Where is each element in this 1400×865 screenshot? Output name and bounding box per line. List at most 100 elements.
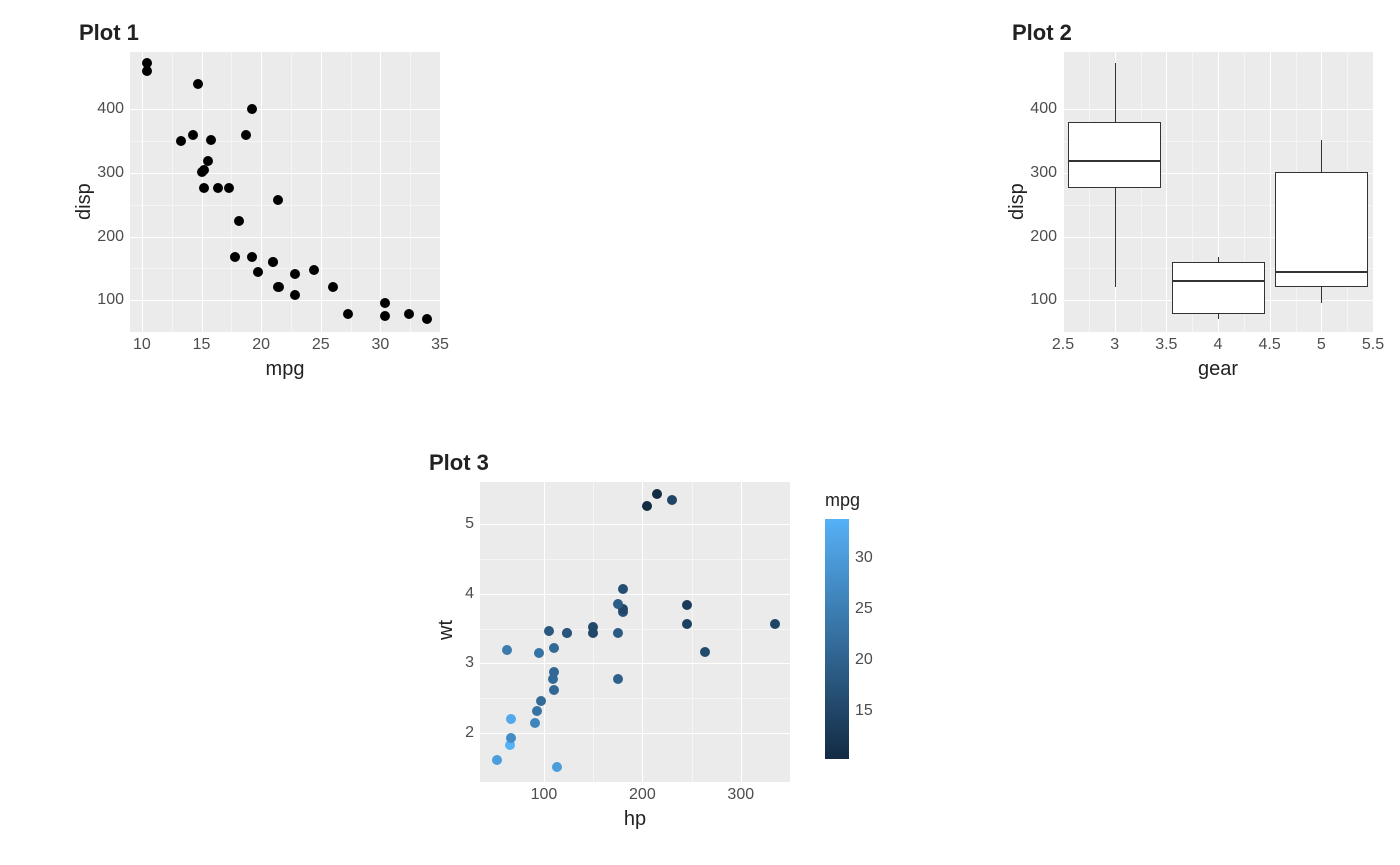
scatter-point — [700, 647, 710, 657]
scatter-point — [253, 267, 263, 277]
x-tick-label: 20 — [252, 336, 270, 354]
scatter-point — [290, 290, 300, 300]
scatter-point — [613, 674, 623, 684]
scatter-point — [544, 626, 554, 636]
scatter-point — [273, 282, 283, 292]
plot3-xlabel: hp — [480, 808, 790, 831]
scatter-point — [230, 252, 240, 262]
scatter-point — [506, 714, 516, 724]
x-tick-label: 4.5 — [1259, 336, 1281, 354]
scatter-point — [422, 314, 432, 324]
legend-tick-label: 30 — [855, 549, 873, 567]
plot1-title: Plot 1 — [79, 20, 455, 46]
scatter-point — [309, 265, 319, 275]
scatter-point — [536, 696, 546, 706]
plot1: Plot 1 disp 100 200 300 400 10 15 20 25 30 35 mp… — [75, 20, 455, 381]
scatter-point — [534, 648, 544, 658]
y-tick-label: 2 — [434, 724, 474, 742]
y-tick-label: 400 — [84, 100, 124, 118]
scatter-point — [176, 136, 186, 146]
scatter-point — [642, 501, 652, 511]
scatter-point — [193, 79, 203, 89]
y-tick-label: 100 — [1017, 291, 1057, 309]
x-tick-label: 3 — [1110, 336, 1119, 354]
scatter-point — [234, 216, 244, 226]
plot2-panel — [1063, 52, 1373, 332]
boxplot-box — [1068, 122, 1161, 188]
scatter-point — [588, 628, 598, 638]
y-tick-label: 400 — [1017, 100, 1057, 118]
y-tick-label: 5 — [434, 515, 474, 533]
x-tick-label: 300 — [727, 786, 754, 804]
x-tick-label: 100 — [531, 786, 558, 804]
legend-tick-label: 15 — [855, 702, 873, 720]
x-tick-label: 25 — [312, 336, 330, 354]
scatter-point — [380, 298, 390, 308]
x-tick-label: 5.5 — [1362, 336, 1384, 354]
plot2-ylabel: disp — [1006, 183, 1029, 220]
plot3-title: Plot 3 — [429, 450, 965, 476]
y-tick-label: 4 — [434, 585, 474, 603]
scatter-point — [213, 183, 223, 193]
plot2: Plot 2 disp 100 200 300 400 2.5 3 3.5 4 4.5 5 5.5… — [1008, 20, 1388, 381]
figure-canvas: Plot 1 disp 100200300400 101520253035 mp… — [0, 0, 1400, 865]
legend-tick-label: 20 — [855, 651, 873, 669]
plot1-ylabel: disp — [73, 183, 96, 220]
scatter-point — [618, 584, 628, 594]
scatter-point — [328, 282, 338, 292]
plot3-panel — [480, 482, 790, 782]
x-tick-label: 3.5 — [1155, 336, 1177, 354]
plot2-title: Plot 2 — [1012, 20, 1388, 46]
x-tick-label: 2.5 — [1052, 336, 1074, 354]
scatter-point — [241, 130, 251, 140]
scatter-point — [290, 269, 300, 279]
scatter-point — [682, 600, 692, 610]
y-tick-label: 200 — [84, 228, 124, 246]
x-tick-label: 10 — [133, 336, 151, 354]
scatter-point — [197, 167, 207, 177]
legend-tick-label: 25 — [855, 600, 873, 618]
scatter-point — [199, 183, 209, 193]
scatter-point — [273, 195, 283, 205]
scatter-point — [682, 619, 692, 629]
scatter-point — [188, 130, 198, 140]
plot3-legend: mpg 15202530 — [825, 490, 860, 759]
x-tick-label: 4 — [1214, 336, 1223, 354]
scatter-point — [343, 309, 353, 319]
boxplot-box — [1172, 262, 1265, 314]
scatter-point — [613, 628, 623, 638]
scatter-point — [549, 685, 559, 695]
scatter-point — [404, 309, 414, 319]
scatter-point — [502, 645, 512, 655]
y-tick-label: 300 — [1017, 164, 1057, 182]
scatter-point — [667, 495, 677, 505]
y-tick-label: 300 — [84, 164, 124, 182]
y-tick-label: 100 — [84, 291, 124, 309]
y-tick-label: 3 — [434, 654, 474, 672]
scatter-point — [770, 619, 780, 629]
scatter-point — [530, 718, 540, 728]
x-tick-label: 30 — [371, 336, 389, 354]
scatter-point — [224, 183, 234, 193]
scatter-point — [492, 755, 502, 765]
y-tick-label: 200 — [1017, 228, 1057, 246]
scatter-point — [247, 104, 257, 114]
plot3: Plot 3 wt 2345 100200300 hp mpg 15202530 — [425, 450, 965, 831]
x-tick-label: 200 — [629, 786, 656, 804]
plot3-ylabel: wt — [435, 620, 458, 640]
scatter-point — [206, 135, 216, 145]
scatter-point — [652, 489, 662, 499]
scatter-point — [268, 257, 278, 267]
x-tick-label: 35 — [431, 336, 449, 354]
plot1-xlabel: mpg — [130, 358, 440, 381]
scatter-point — [506, 733, 516, 743]
plot2-xlabel: gear — [1063, 358, 1373, 381]
scatter-point — [552, 762, 562, 772]
plot3-legend-title: mpg — [825, 490, 860, 511]
plot1-panel — [130, 52, 440, 332]
scatter-point — [548, 674, 558, 684]
plot3-colorbar — [825, 519, 849, 759]
scatter-point — [562, 628, 572, 638]
x-tick-label: 5 — [1317, 336, 1326, 354]
x-tick-label: 15 — [193, 336, 211, 354]
